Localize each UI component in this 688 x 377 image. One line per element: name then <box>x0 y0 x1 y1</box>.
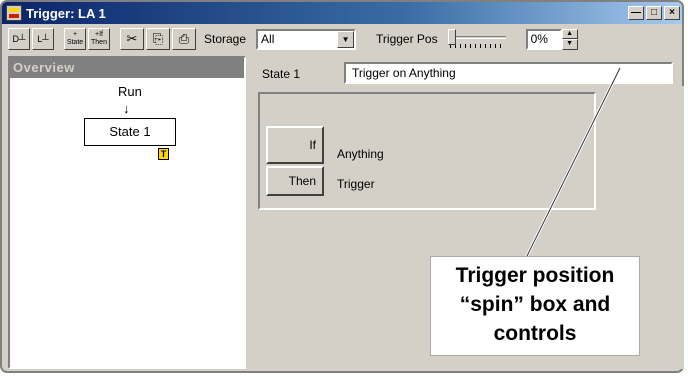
trigger-pos-slider[interactable] <box>446 29 506 49</box>
maximize-button[interactable]: □ <box>646 6 662 20</box>
overview-header: Overview <box>10 58 244 78</box>
callout-line-2: “spin” box and <box>459 293 611 316</box>
toolbar: D┴ L┴ + State +If Then ✂ ⎘ ⎙ Storage All… <box>2 24 682 54</box>
storage-value: All <box>261 32 275 46</box>
title-bar[interactable]: Trigger: LA 1 — □ × <box>2 2 682 24</box>
trigger-pos-spinbox[interactable]: 0% ▲ ▼ <box>525 28 578 50</box>
minimize-button[interactable]: — <box>628 6 644 20</box>
callout-line-3: controls <box>493 322 577 345</box>
arrow-down-icon: ↓ <box>123 101 130 116</box>
l-trigger-button[interactable]: L┴ <box>32 28 54 50</box>
storage-label: Storage <box>204 32 247 46</box>
close-button[interactable]: × <box>664 6 680 20</box>
trigger-pos-label: Trigger Pos <box>376 32 438 46</box>
copy-icon: ⎘ <box>152 31 164 46</box>
app-icon <box>6 5 22 21</box>
state-name-label: State 1 <box>262 67 301 81</box>
dropdown-arrow-icon[interactable]: ▼ <box>337 30 355 48</box>
add-state-button[interactable]: + State <box>64 28 86 50</box>
trigger-badge: T <box>158 148 169 160</box>
callout-annotation: Trigger position “spin” box and controls <box>430 256 640 356</box>
cut-button[interactable]: ✂ <box>120 28 144 50</box>
overview-panel: Overview Run ↓ State 1 T <box>8 56 246 369</box>
storage-select[interactable]: All ▼ <box>256 28 357 50</box>
d-trigger-button[interactable]: D┴ <box>8 28 30 50</box>
then-action-text[interactable]: Trigger <box>337 177 375 191</box>
add-state-icon: + State <box>66 31 84 46</box>
trigger-pos-value[interactable]: 0% <box>525 28 562 50</box>
slider-thumb[interactable] <box>447 29 456 45</box>
paste-icon: ⎙ <box>178 31 190 46</box>
then-button[interactable]: Then <box>266 166 324 196</box>
state-header-row: State 1 Trigger on Anything <box>252 62 684 86</box>
state-description-field[interactable]: Trigger on Anything <box>344 62 673 84</box>
if-button[interactable]: If <box>266 126 324 164</box>
d-trigger-icon: D┴ <box>12 34 26 44</box>
state-node[interactable]: State 1 <box>84 118 176 146</box>
add-if-then-icon: +If Then <box>91 31 107 46</box>
scissors-icon: ✂ <box>126 31 138 46</box>
run-label: Run <box>118 84 142 99</box>
paste-button[interactable]: ⎙ <box>172 28 196 50</box>
spin-up-icon[interactable]: ▲ <box>561 28 578 39</box>
l-trigger-icon: L┴ <box>37 34 49 44</box>
callout-line-1: Trigger position <box>455 264 615 287</box>
add-if-then-button[interactable]: +If Then <box>88 28 110 50</box>
if-condition-text[interactable]: Anything <box>337 147 384 161</box>
copy-button[interactable]: ⎘ <box>146 28 170 50</box>
spin-down-icon[interactable]: ▼ <box>561 39 578 50</box>
window-title: Trigger: LA 1 <box>26 5 106 21</box>
